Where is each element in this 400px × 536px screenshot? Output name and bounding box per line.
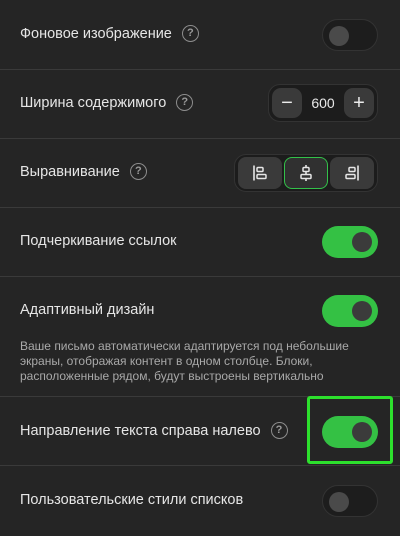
- help-icon[interactable]: ?: [181, 25, 199, 42]
- align-right-button[interactable]: [330, 157, 374, 189]
- help-icon[interactable]: ?: [176, 94, 194, 111]
- responsive-design-toggle[interactable]: [322, 295, 378, 327]
- setting-link-underline: Подчеркивание ссылок: [0, 208, 400, 277]
- rtl-direction-label: Направление текста справа налево: [20, 422, 261, 439]
- align-center-button[interactable]: [284, 157, 328, 189]
- focus-highlight: [307, 396, 393, 464]
- background-image-toggle[interactable]: [322, 19, 378, 51]
- label-group: Выравнивание ?: [20, 163, 147, 180]
- toggle-knob: [329, 26, 349, 46]
- alignment-segmented-control: [234, 154, 378, 192]
- toggle-knob: [352, 301, 372, 321]
- setting-custom-list-styles: Пользовательские стили списков: [0, 466, 400, 536]
- toggle-knob: [352, 232, 372, 252]
- setting-background-image: Фоновое изображение ?: [0, 0, 400, 70]
- label-group: Подчеркивание ссылок: [20, 233, 177, 249]
- align-right-icon: [345, 165, 359, 181]
- email-settings-panel: Фоновое изображение ? Ширина содержимого…: [0, 0, 400, 536]
- decrease-width-button[interactable]: −: [272, 88, 302, 118]
- background-image-label: Фоновое изображение: [20, 25, 172, 42]
- responsive-design-label: Адаптивный дизайн: [20, 302, 155, 318]
- content-width-label: Ширина содержимого: [20, 94, 167, 111]
- content-width-stepper: − 600 +: [268, 84, 378, 122]
- custom-list-styles-label: Пользовательские стили списков: [20, 492, 244, 508]
- toggle-knob: [329, 492, 349, 512]
- label-group: Адаптивный дизайн: [20, 302, 154, 318]
- label-group: Ширина содержимого ?: [20, 94, 194, 111]
- help-icon[interactable]: ?: [129, 163, 147, 180]
- label-group: Фоновое изображение ?: [20, 25, 199, 42]
- responsive-design-description: Ваше письмо автоматически адаптируется п…: [20, 339, 349, 383]
- align-left-button[interactable]: [238, 157, 282, 189]
- alignment-label: Выравнивание: [20, 163, 120, 180]
- link-underline-toggle[interactable]: [322, 226, 378, 258]
- align-center-icon: [300, 165, 312, 181]
- label-group: Пользовательские стили списков: [20, 492, 243, 508]
- help-icon[interactable]: ?: [270, 422, 288, 439]
- link-underline-label: Подчеркивание ссылок: [20, 233, 177, 249]
- align-left-icon: [253, 165, 267, 181]
- increase-width-button[interactable]: +: [344, 88, 374, 118]
- label-group: Направление текста справа налево ?: [20, 422, 288, 439]
- content-width-value[interactable]: 600: [305, 85, 341, 121]
- custom-list-styles-toggle[interactable]: [322, 485, 378, 517]
